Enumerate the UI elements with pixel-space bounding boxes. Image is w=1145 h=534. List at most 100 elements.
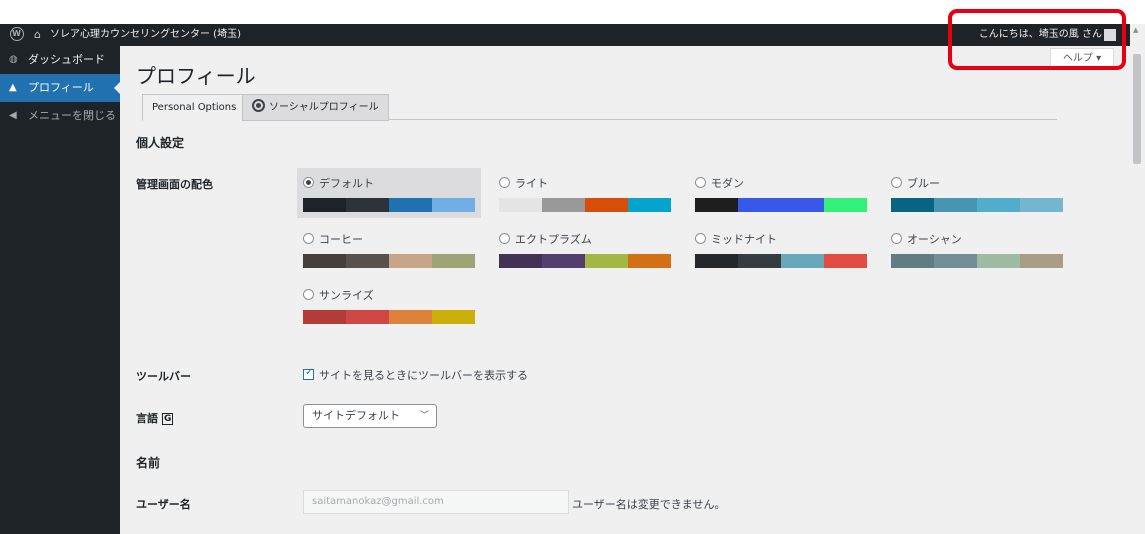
- toolbar-checkbox-label: サイトを見るときにツールバーを表示する: [319, 369, 528, 382]
- tab-personal-options[interactable]: Personal Options: [142, 94, 247, 121]
- color-swatch: [585, 254, 628, 268]
- radio-button[interactable]: [891, 233, 902, 244]
- color-swatch: [346, 254, 389, 268]
- color-scheme-name: ライト: [515, 177, 548, 190]
- scroll-up-icon[interactable]: ▲: [1133, 26, 1138, 34]
- color-swatch: [432, 198, 475, 212]
- color-swatch: [303, 198, 346, 212]
- radio-button[interactable]: [303, 289, 314, 300]
- color-swatch: [346, 198, 389, 212]
- user-icon: ▲: [9, 82, 17, 93]
- radio-button[interactable]: [303, 177, 314, 188]
- color-scheme-option[interactable]: オーシャン: [885, 224, 1069, 274]
- color-scheme-label: 管理画面の配色: [136, 178, 213, 191]
- toolbar-option[interactable]: サイトを見るときにツールバーを表示する: [303, 367, 528, 383]
- color-swatch: [781, 198, 824, 212]
- color-swatches: [891, 254, 1063, 268]
- color-scheme-name: サンライズ: [319, 289, 374, 302]
- tab-label: Personal Options: [152, 102, 237, 113]
- color-swatch: [628, 254, 671, 268]
- toolbar-label: ツールバー: [136, 370, 191, 383]
- color-swatches: [303, 310, 475, 324]
- translate-icon: G: [162, 413, 174, 425]
- language-select[interactable]: サイトデフォルト ﹀: [303, 404, 437, 428]
- color-swatch: [695, 198, 738, 212]
- color-scheme-option[interactable]: ミッドナイト: [689, 224, 873, 274]
- color-swatch: [585, 198, 628, 212]
- gear-icon: [252, 99, 265, 112]
- color-scheme-option[interactable]: ブルー: [885, 168, 1069, 218]
- radio-button[interactable]: [891, 177, 902, 188]
- username-field[interactable]: saitamanokaz@gmail.com: [303, 490, 569, 514]
- profile-tabs: Personal Options ソーシャルプロフィール: [142, 94, 1057, 121]
- radio-button[interactable]: [499, 233, 510, 244]
- radio-button[interactable]: [303, 233, 314, 244]
- admin-sidebar: ◍ ダッシュボード ▲ プロフィール ◀ メニューを閉じる: [0, 46, 120, 534]
- color-swatch: [934, 254, 977, 268]
- home-icon[interactable]: ⌂: [34, 27, 41, 43]
- color-scheme-option[interactable]: モダン: [689, 168, 873, 218]
- color-swatch: [389, 198, 432, 212]
- color-swatch: [1020, 254, 1063, 268]
- color-swatch: [891, 254, 934, 268]
- color-scheme-option[interactable]: エクトプラズム: [493, 224, 677, 274]
- color-swatch: [628, 198, 671, 212]
- color-swatch: [738, 254, 781, 268]
- color-swatches: [303, 198, 475, 212]
- color-scheme-name: ブルー: [907, 177, 940, 190]
- page-title: プロフィール: [136, 64, 256, 88]
- language-label-text: 言語: [136, 412, 158, 425]
- color-swatch: [346, 310, 389, 324]
- color-scheme-name: デフォルト: [319, 177, 374, 190]
- color-scheme-option[interactable]: サンライズ: [297, 280, 481, 330]
- scrollbar-thumb[interactable]: [1133, 54, 1141, 164]
- color-swatches: [499, 254, 671, 268]
- radio-button[interactable]: [695, 233, 706, 244]
- color-swatch: [389, 254, 432, 268]
- highlight-annotation: [948, 9, 1126, 70]
- radio-button[interactable]: [499, 177, 510, 188]
- sidebar-item-label: メニューを閉じる: [28, 109, 116, 122]
- color-scheme-option[interactable]: デフォルト: [297, 168, 481, 218]
- color-swatch: [389, 310, 432, 324]
- site-name-link[interactable]: ソレア心理カウンセリングセンター (埼玉): [50, 24, 241, 46]
- collapse-icon: ◀: [9, 110, 17, 121]
- language-select-value: サイトデフォルト: [312, 409, 400, 422]
- section-heading-name: 名前: [136, 456, 161, 470]
- color-scheme-option[interactable]: ライト: [493, 168, 677, 218]
- color-swatch: [303, 254, 346, 268]
- color-swatch: [781, 254, 824, 268]
- color-swatch: [542, 254, 585, 268]
- color-swatches: [499, 198, 671, 212]
- color-swatch: [891, 198, 934, 212]
- sidebar-item-profile[interactable]: ▲ プロフィール: [0, 74, 120, 102]
- username-description: ユーザー名は変更できません。: [572, 498, 726, 511]
- toolbar-checkbox[interactable]: [303, 367, 314, 380]
- color-swatch: [542, 198, 585, 212]
- color-scheme-name: コーヒー: [319, 233, 363, 246]
- chevron-down-icon: ﹀: [419, 411, 429, 421]
- color-swatch: [738, 198, 781, 212]
- radio-button[interactable]: [695, 177, 706, 188]
- color-scheme-name: エクトプラズム: [515, 233, 592, 246]
- sidebar-item-dashboard[interactable]: ◍ ダッシュボード: [0, 46, 120, 74]
- sidebar-item-label: ダッシュボード: [28, 53, 105, 66]
- color-swatch: [977, 254, 1020, 268]
- sidebar-item-collapse[interactable]: ◀ メニューを閉じる: [0, 102, 120, 130]
- color-swatch: [432, 254, 475, 268]
- screen: ⌂ ソレア心理カウンセリングセンター (埼玉) こんにちは、埼玉の風 さん ◍ …: [0, 0, 1145, 534]
- color-scheme-option[interactable]: コーヒー: [297, 224, 481, 274]
- wordpress-logo-icon[interactable]: [10, 27, 24, 41]
- main-content: ヘルプ ▾ プロフィール Personal Options ソーシャルプロフィー…: [120, 46, 1130, 534]
- color-swatches: [303, 254, 475, 268]
- color-scheme-name: ミッドナイト: [711, 233, 777, 246]
- color-swatch: [695, 254, 738, 268]
- color-swatches: [695, 198, 867, 212]
- color-swatch: [499, 254, 542, 268]
- sidebar-item-label: プロフィール: [28, 81, 94, 94]
- language-label: 言語 G: [136, 410, 174, 426]
- page-scrollbar[interactable]: ▲: [1130, 24, 1145, 534]
- color-scheme-name: オーシャン: [907, 233, 962, 246]
- tab-social-profile[interactable]: ソーシャルプロフィール: [242, 94, 389, 121]
- dashboard-icon: ◍: [9, 54, 18, 65]
